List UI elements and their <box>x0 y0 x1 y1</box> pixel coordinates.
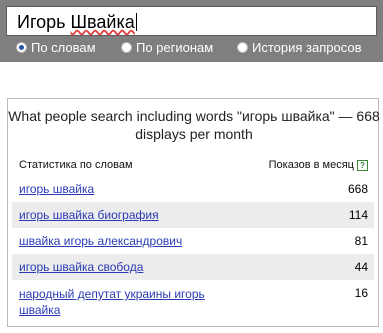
phrase-link[interactable]: народный депутат украины игорь швайка <box>19 286 249 318</box>
results-panel: What people search including words "игор… <box>7 98 380 327</box>
table-row: народный депутат украины игорь швайка 16 <box>12 282 374 318</box>
query-word-2: Швайка <box>70 12 135 32</box>
impressions-count: 81 <box>354 234 368 248</box>
radio-query-history[interactable]: История запросов <box>237 40 362 55</box>
results-title: What people search including words "игор… <box>8 108 380 142</box>
table-row: игорь швайка 668 <box>12 176 374 202</box>
search-query: Игорь Швайка <box>17 12 137 33</box>
phrase-link[interactable]: игорь швайка биография <box>19 208 159 222</box>
column-header-impressions-label: Показов в месяц <box>268 159 354 171</box>
help-icon[interactable]: ? <box>357 159 368 171</box>
radio-checked-icon[interactable] <box>16 42 27 53</box>
radio-unchecked-icon[interactable] <box>121 42 132 53</box>
query-word-1: Игорь <box>17 12 66 32</box>
radio-by-words[interactable]: По словам <box>16 40 96 55</box>
impressions-count: 16 <box>354 286 368 300</box>
impressions-count: 44 <box>354 260 368 274</box>
text-caret <box>135 13 137 31</box>
phrase-link[interactable]: швайка игорь александрович <box>19 234 182 248</box>
table-row: игорь швайка свобода 44 <box>12 254 374 280</box>
column-header-phrases: Статистика по словам <box>19 159 133 171</box>
phrase-link[interactable]: игорь швайка свобода <box>19 260 143 274</box>
radio-by-regions[interactable]: По регионам <box>121 40 213 55</box>
search-mode-group: По словам По регионам История запросов <box>0 40 383 58</box>
radio-label: По словам <box>31 40 96 55</box>
impressions-count: 114 <box>348 208 368 222</box>
phrase-link[interactable]: игорь швайка <box>19 182 94 196</box>
column-header-impressions: Показов в месяц ? <box>269 159 368 171</box>
radio-label: По регионам <box>136 40 214 55</box>
radio-unchecked-icon[interactable] <box>237 42 248 53</box>
impressions-count: 668 <box>347 182 368 196</box>
search-header: Игорь Швайка По словам По регионам Истор… <box>0 0 383 62</box>
table-row: швайка игорь александрович 81 <box>12 228 374 254</box>
radio-label: История запросов <box>252 40 362 55</box>
search-input[interactable]: Игорь Швайка <box>6 6 377 36</box>
table-row: игорь швайка биография 114 <box>12 202 374 228</box>
